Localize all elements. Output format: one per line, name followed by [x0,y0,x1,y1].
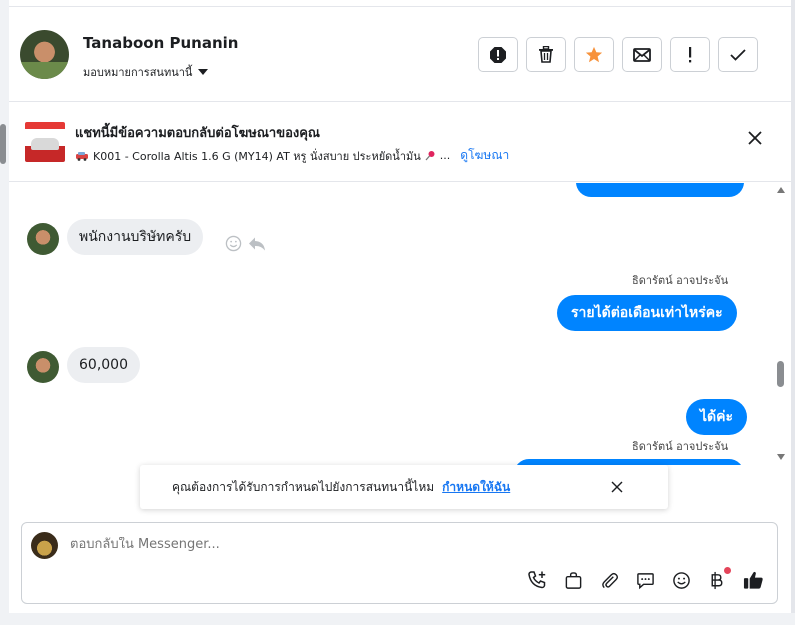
message-composer [21,522,778,604]
ad-thumbnail[interactable] [25,122,65,162]
assign-reminder-toast: คุณต้องการได้รับการกำหนดไปยังการสนทนานี้… [140,465,668,509]
react-emoji-icon[interactable] [225,235,242,252]
car-icon [76,151,88,161]
reply-input[interactable] [70,537,570,552]
call-button[interactable] [525,568,549,592]
message-bubble-outgoing[interactable]: รายได้ต่อเดือนเท่าไหร่คะ [557,295,737,331]
follow-up-icon [689,46,692,62]
scroll-up-arrow-icon[interactable] [777,187,785,193]
bottom-edge [9,613,795,625]
conversation-panel: Tanaboon Punanin มอบหมายการสนทนานี้ แชทน… [9,6,791,613]
emoji-button[interactable] [669,568,693,592]
shop-button[interactable] [561,568,585,592]
ad-banner-subtitle: K001 - Corolla Altis 1.6 G (MY14) AT หรู… [75,146,509,165]
close-icon [748,131,762,145]
star-icon [585,46,603,62]
message-bubble-incoming[interactable]: 60,000 [67,347,140,383]
right-edge [791,0,795,625]
outer-scrollbar-thumb[interactable] [0,124,6,164]
sender-name: ธิดารัตน์ อาจประจัน [632,440,729,453]
spam-button[interactable] [478,37,518,72]
done-check-icon [730,48,746,61]
thumbs-up-icon [743,571,763,589]
mark-unread-icon [633,47,651,62]
ad-reply-banner: แชทนี้มีข้อความตอบกลับต่อโฆษณาของคุณ K00… [9,102,791,182]
star-button[interactable] [574,37,614,72]
assign-reminder-text: คุณต้องการได้รับการกำหนดไปยังการสนทนานี้… [172,479,435,494]
like-button[interactable] [741,568,765,592]
contact-avatar-small[interactable] [27,351,59,383]
thread-scrollbar[interactable] [775,183,785,467]
message-bubble-outgoing[interactable]: ได้ค่ะ [686,399,748,435]
contact-avatar-small[interactable] [27,223,59,255]
sender-name: ธิดารัตน์ อาจประจัน [632,274,729,287]
close-icon [611,481,623,493]
saved-replies-button[interactable] [633,568,657,592]
assign-label: มอบหมายการสนทนานี้ [83,66,193,79]
view-ad-link[interactable]: ดูโฆษณา [460,146,509,165]
pin-icon [425,151,435,161]
scroll-down-arrow-icon[interactable] [777,454,785,460]
mark-unread-button[interactable] [622,37,662,72]
notification-dot [724,567,731,574]
message-bubble-outgoing-cut[interactable] [576,183,744,197]
spam-alert-icon [490,46,506,63]
composer-toolbar [525,567,765,592]
close-ad-banner-button[interactable] [745,128,765,148]
assign-to-me-link[interactable]: กำหนดให้ฉัน [442,478,510,497]
page-avatar [31,532,58,559]
ad-ellipsis: ... [439,149,451,162]
baht-payment-icon [711,571,723,589]
message-actions [225,235,266,252]
payment-button[interactable] [705,567,731,592]
contact-name[interactable]: Tanaboon Punanin [83,34,238,52]
ad-banner-title: แชทนี้มีข้อความตอบกลับต่อโฆษณาของคุณ [75,126,320,141]
mark-done-button[interactable] [718,37,758,72]
contact-avatar[interactable] [20,30,69,79]
assign-conversation-dropdown[interactable]: มอบหมายการสนทนานี้ [83,63,209,81]
close-reminder-button[interactable] [608,478,626,496]
shopping-bag-icon [565,571,581,589]
follow-up-button[interactable] [670,37,710,72]
attachment-icon [601,572,618,588]
call-plus-icon [528,571,546,589]
trash-icon [539,46,553,63]
saved-reply-icon [636,572,654,589]
header-actions [478,37,758,72]
left-edge [0,0,9,625]
conversation-header: Tanaboon Punanin มอบหมายการสนทนานี้ [9,7,791,102]
emoji-icon [672,571,690,589]
message-bubble-incoming[interactable]: พนักงานบริษัทครับ [67,219,204,255]
thread-scrollbar-thumb[interactable] [777,361,784,387]
message-thread[interactable]: พนักงานบริษัทครับ ธิดารัตน์ อาจประจัน รา… [9,183,781,465]
attach-button[interactable] [597,568,621,592]
reply-icon[interactable] [248,235,266,252]
ad-description: K001 - Corolla Altis 1.6 G (MY14) AT หรู… [93,149,421,163]
delete-button[interactable] [526,37,566,72]
chevron-down-icon [198,69,209,75]
